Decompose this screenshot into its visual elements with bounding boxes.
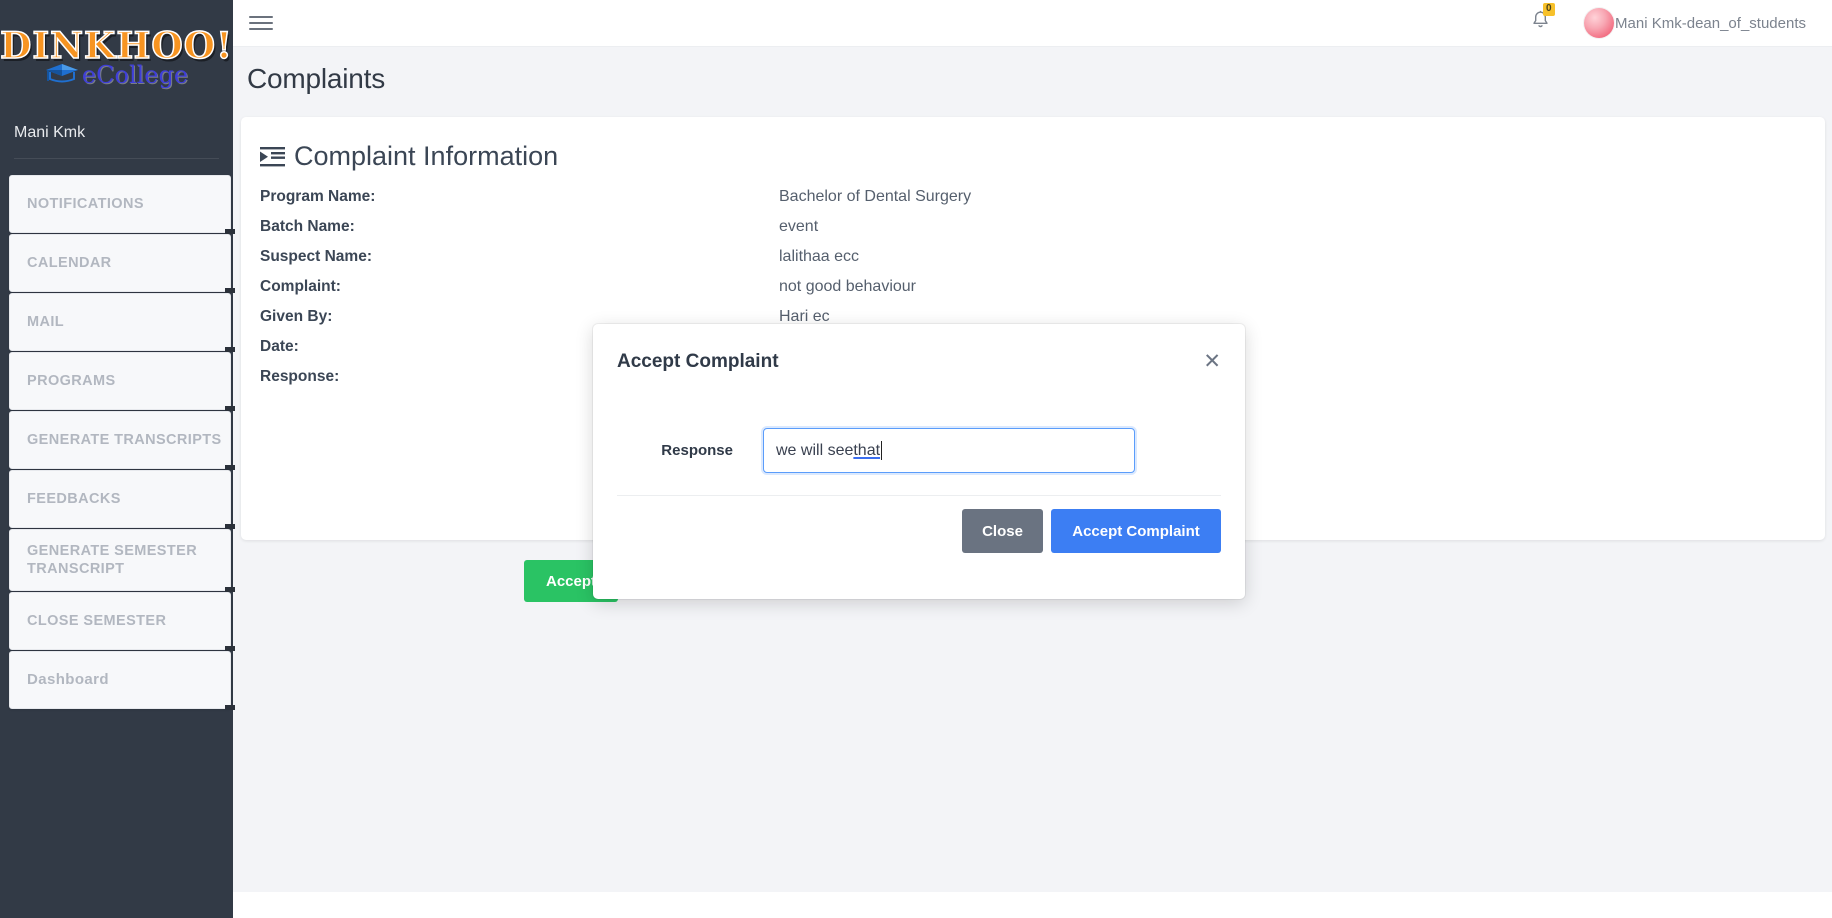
sidebar-item-dashboard[interactable]: Dashboard (9, 651, 235, 710)
brand-logo[interactable]: DINKHOO! eCollege (0, 0, 233, 110)
sidebar-item-label: CALENDAR (27, 254, 112, 271)
page-footer-strip (233, 892, 1832, 918)
sidebar-item-label: Dashboard (27, 670, 109, 688)
info-value: Bachelor of Dental Surgery (779, 188, 972, 205)
modal-title: Accept Complaint (617, 351, 779, 372)
info-value: event (779, 218, 819, 235)
avatar[interactable] (1584, 8, 1615, 38)
modal-footer: Close Accept Complaint (593, 496, 1245, 553)
indent-list-icon (260, 146, 285, 168)
sidebar-item-label: GENERATE TRANSCRIPTS (27, 431, 222, 448)
hamburger-icon[interactable] (249, 11, 273, 35)
notifications-button[interactable]: 0 (1531, 3, 1555, 36)
info-label: Complaint: (260, 278, 341, 295)
sidebar-item-close-semester[interactable]: CLOSE SEMESTER (9, 592, 235, 651)
response-input[interactable]: we will see that (763, 428, 1135, 473)
topbar-right: 0 Mani Kmk-dean_of_students (1531, 3, 1832, 38)
bell-icon (1531, 10, 1550, 35)
sidebar-item-label: NOTIFICATIONS (27, 195, 144, 212)
text-caret (881, 441, 883, 460)
sidebar-menu: NOTIFICATIONS CALENDAR MAIL PROGRAMS GEN… (0, 175, 235, 710)
sidebar-item-calendar[interactable]: CALENDAR (9, 234, 235, 293)
sidebar-user-name: Mani Kmk (14, 124, 86, 141)
close-icon[interactable]: ✕ (1203, 351, 1221, 372)
info-row: Batch Name: event (260, 218, 1825, 248)
sidebar-item-label: MAIL (27, 313, 65, 330)
logo-text: DINKHOO! (0, 25, 233, 67)
info-value: not good behaviour (779, 278, 916, 295)
topbar: 0 Mani Kmk-dean_of_students (233, 0, 1832, 47)
response-label: Response (661, 442, 733, 459)
info-row: Program Name: Bachelor of Dental Surgery (260, 188, 1825, 218)
card-title-text: Complaint Information (294, 141, 559, 171)
info-row: Complaint: not good behaviour (260, 278, 1825, 308)
page-title: Complaints (247, 63, 386, 94)
info-row: Suspect Name: lalithaa ecc (260, 248, 1825, 278)
info-label: Batch Name: (260, 218, 355, 235)
card-title: Complaint Information (260, 141, 1825, 172)
sidebar-item-label: PROGRAMS (27, 372, 116, 389)
sidebar-item-mail[interactable]: MAIL (9, 293, 235, 352)
sidebar-item-programs[interactable]: PROGRAMS (9, 352, 235, 411)
sidebar-item-generate-semester-transcript[interactable]: GENERATE SEMESTER TRANSCRIPT (9, 529, 235, 592)
info-label: Suspect Name: (260, 248, 372, 265)
sidebar-item-label: GENERATE SEMESTER TRANSCRIPT (27, 542, 198, 577)
accept-complaint-submit-button[interactable]: Accept Complaint (1051, 509, 1221, 553)
info-label: Program Name: (260, 188, 376, 205)
modal-body: Response we will see that (593, 404, 1245, 473)
notification-badge: 0 (1543, 3, 1555, 16)
logo-subtitle: eCollege (81, 61, 189, 89)
response-value-plain: we will see (776, 441, 854, 459)
close-button[interactable]: Close (962, 509, 1043, 553)
sidebar-item-label: FEEDBACKS (27, 490, 121, 507)
graduation-cap-icon (45, 62, 79, 88)
sidebar-item-notifications[interactable]: NOTIFICATIONS (9, 175, 235, 234)
topbar-username[interactable]: Mani Kmk-dean_of_students (1615, 15, 1806, 32)
modal-header: Accept Complaint ✕ (593, 324, 1245, 404)
sidebar-item-feedbacks[interactable]: FEEDBACKS (9, 470, 235, 529)
sidebar-divider (14, 158, 219, 159)
app-root: DINKHOO! eCollege Mani Kmk NOTIFICATIONS… (0, 0, 1832, 918)
sidebar: DINKHOO! eCollege Mani Kmk NOTIFICATIONS… (0, 0, 235, 918)
sidebar-item-label: CLOSE SEMESTER (27, 612, 167, 629)
response-value-underlined: that (853, 441, 881, 459)
sidebar-item-generate-transcripts[interactable]: GENERATE TRANSCRIPTS (9, 411, 235, 470)
accept-complaint-modal: Accept Complaint ✕ Response we will see … (593, 324, 1245, 599)
info-value: lalithaa ecc (779, 248, 860, 265)
